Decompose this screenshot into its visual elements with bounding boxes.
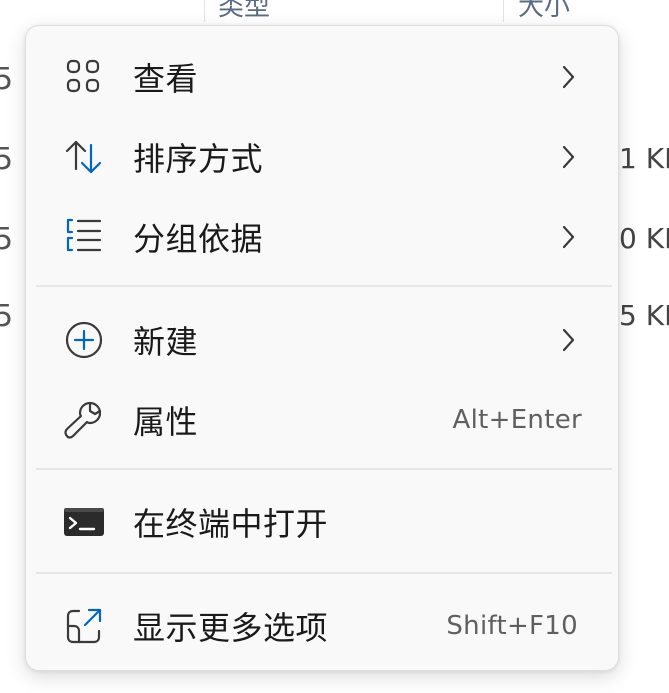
- file-size-fragment: 0 KI: [619, 222, 669, 255]
- menu-item-open-in-terminal[interactable]: 在终端中打开: [26, 486, 620, 558]
- column-header-size[interactable]: 大小: [518, 0, 570, 23]
- chevron-right-icon: [556, 62, 580, 92]
- chevron-right-icon: [556, 325, 580, 355]
- menu-separator: [36, 572, 612, 574]
- menu-item-label: 排序方式: [133, 140, 264, 178]
- wrench-icon: [64, 400, 104, 440]
- chevron-right-icon: [556, 222, 580, 252]
- menu-item-label: 在终端中打开: [133, 505, 329, 543]
- menu-item-properties[interactable]: 属性 Alt+Enter: [26, 384, 620, 456]
- file-row-fragment: 5: [0, 62, 14, 97]
- terminal-icon: [64, 502, 104, 542]
- menu-item-label: 分组依据: [133, 220, 264, 258]
- column-header-type[interactable]: 类型: [218, 0, 270, 23]
- file-size-fragment: 1 KI: [619, 142, 669, 175]
- menu-item-label: 查看: [133, 60, 199, 98]
- menu-separator: [36, 285, 612, 287]
- keyboard-shortcut: Alt+Enter: [452, 405, 582, 435]
- menu-item-label: 新建: [133, 323, 199, 361]
- keyboard-shortcut: Shift+F10: [446, 611, 578, 641]
- menu-item-label: 显示更多选项: [133, 609, 329, 647]
- column-divider[interactable]: [503, 0, 504, 22]
- grid-view-icon: [64, 57, 104, 97]
- menu-item-new[interactable]: 新建: [26, 304, 620, 376]
- menu-item-show-more-options[interactable]: 显示更多选项 Shift+F10: [26, 590, 620, 662]
- file-row-fragment: 5: [0, 222, 14, 257]
- chevron-right-icon: [556, 142, 580, 172]
- file-row-fragment: 5: [0, 142, 14, 177]
- sort-arrows-icon: [64, 137, 104, 177]
- plus-circle-icon: [64, 320, 104, 360]
- column-divider[interactable]: [204, 0, 205, 22]
- file-size-fragment: 5 KI: [619, 299, 669, 332]
- menu-separator: [36, 468, 612, 470]
- menu-item-sort-by[interactable]: 排序方式: [26, 121, 620, 193]
- menu-item-group-by[interactable]: 分组依据: [26, 201, 620, 273]
- context-menu: 查看 排序方式 分组依据 新建 属性 Alt+Enter 在终端中打开 显示更多…: [25, 25, 619, 671]
- open-external-icon: [64, 606, 104, 646]
- menu-item-label: 属性: [133, 403, 199, 441]
- menu-item-view[interactable]: 查看: [26, 41, 620, 113]
- file-row-fragment: 5: [0, 299, 14, 334]
- group-list-icon: [64, 217, 104, 257]
